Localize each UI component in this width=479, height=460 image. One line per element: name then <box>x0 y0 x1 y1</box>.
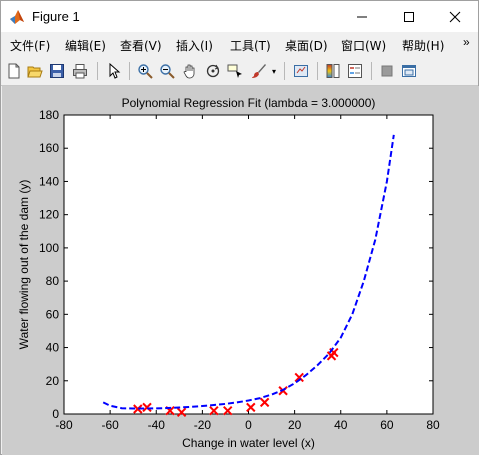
menu-file[interactable]: 文件(F) <box>10 37 50 54</box>
colorbar-button[interactable] <box>324 62 342 80</box>
hide-plot-tools-icon <box>381 65 393 77</box>
menu-tools[interactable]: 工具(T) <box>230 37 271 54</box>
minimize-icon <box>357 16 367 17</box>
figure-window: Figure 1 文件(F) 编辑(E) 查看(V) 插入(I) 工具(T) 桌… <box>0 0 479 455</box>
new-figure-button[interactable] <box>5 62 23 80</box>
legend-button[interactable] <box>346 62 364 80</box>
menu-view[interactable]: 查看(V) <box>120 37 162 54</box>
close-button[interactable] <box>432 1 478 32</box>
x-tick-label: -40 <box>148 418 166 432</box>
toolbar-separator <box>317 62 318 80</box>
matlab-logo-icon <box>9 9 25 25</box>
x-tick-label: 80 <box>426 418 440 432</box>
toolbar-separator <box>129 62 130 80</box>
menu-desktop[interactable]: 桌面(D) <box>285 37 328 54</box>
print-icon <box>73 64 87 79</box>
y-tick-label: 60 <box>46 307 60 321</box>
y-tick-label: 120 <box>39 208 59 222</box>
open-file-icon <box>27 66 43 78</box>
x-tick-label: 40 <box>334 418 348 432</box>
x-tick-label: -60 <box>101 418 119 432</box>
zoom-out-button[interactable] <box>158 62 176 80</box>
menu-edit[interactable]: 编辑(E) <box>65 37 106 54</box>
y-tick-label: 20 <box>46 374 60 388</box>
data-cursor-button[interactable] <box>226 62 244 80</box>
y-tick-label: 100 <box>39 241 59 255</box>
title-bar[interactable]: Figure 1 <box>1 1 478 32</box>
print-button[interactable] <box>71 62 89 80</box>
open-file-button[interactable] <box>26 62 44 80</box>
save-icon <box>50 64 64 78</box>
y-tick-label: 80 <box>46 274 60 288</box>
axes-box[interactable] <box>63 114 434 415</box>
y-tick-label: 180 <box>39 108 59 122</box>
save-button[interactable] <box>48 62 66 80</box>
link-plot-button[interactable] <box>292 62 310 80</box>
y-tick-label: 160 <box>39 141 59 155</box>
menu-bar: 文件(F) 编辑(E) 查看(V) 插入(I) 工具(T) 桌面(D) 窗口(W… <box>1 33 478 57</box>
x-tick-label: -20 <box>194 418 212 432</box>
toolbar: ▾ <box>1 58 478 86</box>
pan-button[interactable] <box>181 62 199 80</box>
rotate-3d-button[interactable] <box>204 62 222 80</box>
legend-icon <box>348 64 362 78</box>
pan-hand-icon <box>183 64 195 79</box>
window-title: Figure 1 <box>32 9 80 24</box>
maximize-icon <box>404 11 414 22</box>
y-tick-label: 40 <box>46 341 60 355</box>
x-tick-label: 20 <box>288 418 302 432</box>
zoom-in-button[interactable] <box>136 62 154 80</box>
menu-help[interactable]: 帮助(H) <box>402 37 444 54</box>
select-arrow-icon <box>109 63 121 79</box>
menu-insert[interactable]: 插入(I) <box>176 37 213 54</box>
figure-canvas: Polynomial Regression Fit (lambda = 3.00… <box>2 86 479 455</box>
hide-plot-tools-button[interactable] <box>378 62 396 80</box>
maximize-button[interactable] <box>386 1 432 32</box>
show-plot-tools-button[interactable] <box>400 62 418 80</box>
brush-dropdown-icon[interactable]: ▾ <box>272 67 276 76</box>
x-tick-label: 0 <box>245 418 252 432</box>
rotate-3d-icon <box>206 64 220 78</box>
select-button[interactable] <box>105 62 123 80</box>
plot-svg[interactable]: Polynomial Regression Fit (lambda = 3.00… <box>2 86 479 455</box>
brush-icon <box>252 64 266 78</box>
y-tick-label: 140 <box>39 174 59 188</box>
colorbar-icon <box>326 64 340 78</box>
toolbar-separator <box>371 62 372 80</box>
data-cursor-icon <box>227 64 242 78</box>
minimize-button[interactable] <box>339 1 385 32</box>
zoom-out-icon <box>160 64 175 79</box>
link-plot-icon <box>294 65 308 77</box>
menu-window[interactable]: 窗口(W) <box>341 37 386 54</box>
zoom-in-icon <box>138 64 153 79</box>
x-axis-label: Change in water level (x) <box>182 436 315 450</box>
y-tick-label: 0 <box>52 407 59 421</box>
close-icon <box>449 11 461 22</box>
toolbar-separator <box>97 62 98 80</box>
x-tick-label: 60 <box>380 418 394 432</box>
toolbar-separator <box>284 62 285 80</box>
brush-button[interactable] <box>250 62 268 80</box>
chart-title: Polynomial Regression Fit (lambda = 3.00… <box>122 96 376 110</box>
y-axis-label: Water flowing out of the dam (y) <box>17 180 31 350</box>
menu-overflow-icon[interactable]: » <box>463 35 470 49</box>
show-plot-tools-icon <box>402 65 416 77</box>
new-figure-icon <box>8 63 20 79</box>
